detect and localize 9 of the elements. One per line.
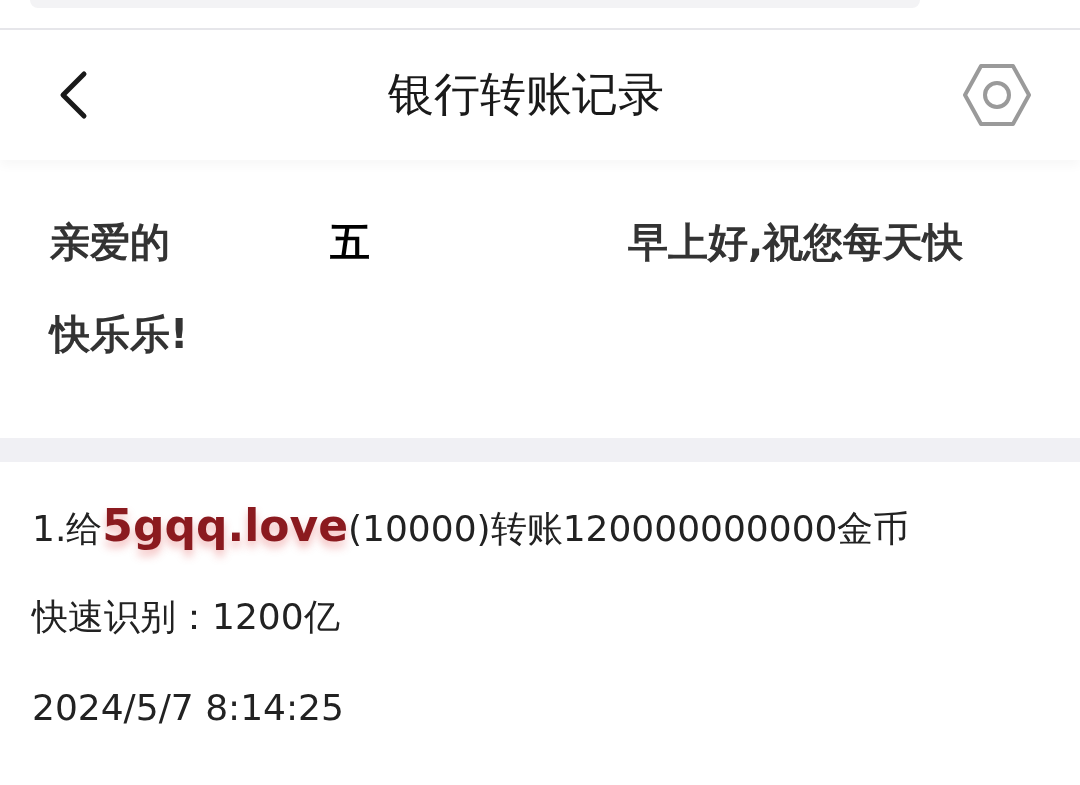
greeting-text: 亲爱的 xyxy=(50,217,171,267)
greeting-text: 快乐乐! xyxy=(50,309,190,359)
transfer-time: 2024/5/7 8:14:25 xyxy=(32,686,344,728)
greeting-text: 早上好,祝您每天快 xyxy=(628,217,965,267)
quick-read-amount: 快速识别：1200亿 xyxy=(32,594,340,639)
page-title: 银行转账记录 xyxy=(388,66,664,123)
settings-button[interactable] xyxy=(962,63,1032,127)
user-name: 五 xyxy=(330,217,371,267)
transfer-description: 1.给5gqq.love(10000)转账120000000000金币 xyxy=(32,500,910,553)
